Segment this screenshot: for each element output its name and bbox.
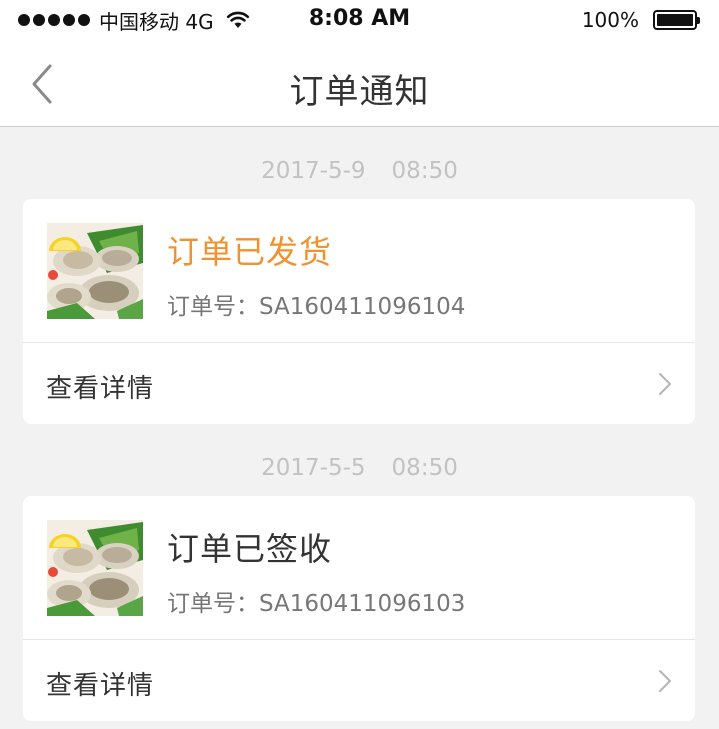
battery-icon [653, 10, 700, 30]
page-title: 订单通知 [289, 72, 430, 112]
notification-card: 订单已发货 订单号：SA160411096104 查看详情 [23, 199, 695, 424]
notification-title: 订单已发货 [167, 233, 333, 271]
notification-date: 2017-5-5 [261, 455, 366, 481]
battery-percent: 100% [581, 8, 639, 32]
notification-time: 08:50 [391, 455, 458, 481]
status-bar: 中国移动 4G 8:08 AM 100% [0, 0, 719, 40]
notification-title: 订单已签收 [167, 530, 333, 568]
view-details-row[interactable]: 查看详情 [23, 344, 695, 424]
notification-summary: 订单已发货 订单号：SA160411096104 [23, 199, 695, 343]
product-thumbnail [47, 520, 143, 616]
notification-timestamp: 2017-5-9 08:50 [0, 158, 719, 184]
navigation-bar: 订单通知 [0, 40, 719, 127]
view-details-row[interactable]: 查看详情 [23, 641, 695, 721]
notification-summary: 订单已签收 订单号：SA160411096103 [23, 496, 695, 640]
status-right: 100% [581, 8, 700, 32]
notification-card: 订单已签收 订单号：SA160411096103 查看详情 [23, 496, 695, 721]
notification-timestamp: 2017-5-5 08:50 [0, 455, 719, 481]
product-thumbnail [47, 223, 143, 319]
view-details-label: 查看详情 [46, 374, 155, 404]
notification-date: 2017-5-9 [261, 158, 366, 184]
chevron-right-icon [659, 670, 671, 692]
order-number: 订单号：SA160411096104 [167, 294, 466, 320]
order-number: 订单号：SA160411096103 [167, 591, 466, 617]
notification-time: 08:50 [391, 158, 458, 184]
view-details-label: 查看详情 [46, 671, 155, 701]
chevron-right-icon [659, 373, 671, 395]
